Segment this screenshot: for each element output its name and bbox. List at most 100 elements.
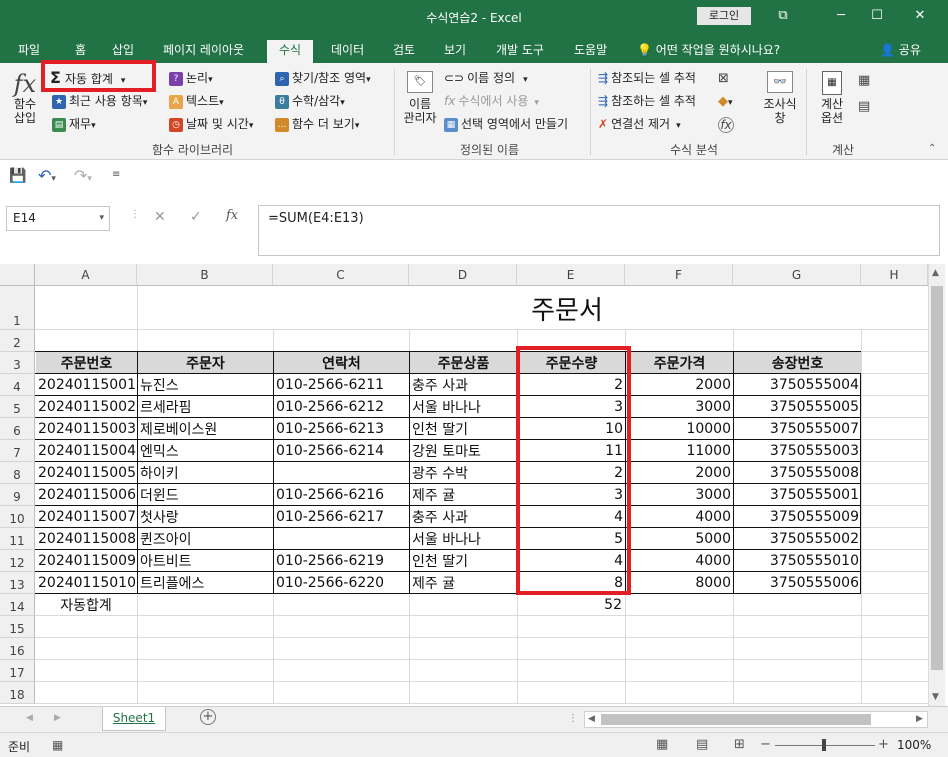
trace-precedents-button[interactable]: ⇶ 참조되는 셀 추적 [598,68,696,88]
share-button[interactable]: 👤 공유 [878,40,923,63]
column-header[interactable]: A [35,264,137,286]
row-header[interactable]: 9 [0,484,35,506]
table-cell[interactable]: 더윈드 [138,484,273,505]
next-sheet-icon[interactable]: ▶ [54,713,61,723]
column-header[interactable]: G [733,264,861,286]
table-cell[interactable]: 20240115010 [36,572,137,593]
table-cell[interactable]: 010-2566-6219 [274,550,409,571]
more-functions-button[interactable]: … 함수 더 보기▾ [275,114,359,134]
table-cell[interactable]: 인천 딸기 [410,550,517,571]
row-header[interactable]: 8 [0,462,35,484]
table-header-cell[interactable]: 주문가격 [626,352,733,373]
restore-button[interactable]: ☐ [862,5,892,27]
tab-split-handle-icon[interactable]: ⋮ [568,713,578,724]
save-icon[interactable]: 💾 [9,168,26,184]
table-cell[interactable]: 충주 사과 [410,374,517,395]
table-cell[interactable]: 인천 딸기 [410,418,517,439]
page-break-view-icon[interactable]: ⊞ [734,737,745,752]
column-header[interactable]: E [517,264,625,286]
table-cell[interactable]: 3000 [626,396,733,417]
select-all-corner[interactable] [0,264,35,286]
table-cell[interactable]: 20240115008 [36,528,137,549]
zoom-in-button[interactable]: + [878,737,889,752]
scroll-up-icon[interactable]: ▲ [932,268,939,278]
logical-functions-button[interactable]: ? 논리▾ [169,68,213,88]
financial-functions-button[interactable]: ▤ 재무▾ [52,114,96,134]
table-cell[interactable] [274,528,409,549]
calculate-now-icon[interactable]: ▦ [858,73,870,88]
table-cell[interactable]: 엔믹스 [138,440,273,461]
table-cell[interactable]: 서울 바나나 [410,528,517,549]
define-name-button[interactable]: ⊂⊃ 이름 정의 ▾ [444,68,528,88]
vertical-scrollbar[interactable]: ▲ ▼ [928,264,945,706]
vertical-scroll-thumb[interactable] [931,286,943,670]
worksheet-grid[interactable]: A B C D E F G H 1 2 3 4 5 6 7 8 9 10 11 12 13 14 15 16 17 18 주문서 주문… [0,264,948,706]
math-functions-button[interactable]: θ 수학/삼각▾ [275,91,345,111]
table-cell[interactable]: 20240115005 [36,462,137,483]
add-sheet-icon[interactable]: + [200,709,216,725]
table-cell[interactable]: 010-2566-6217 [274,506,409,527]
row-header[interactable]: 12 [0,550,35,572]
table-cell[interactable]: 제로베이스원 [138,418,273,439]
table-cell[interactable]: 첫사랑 [138,506,273,527]
tab-view[interactable]: 보기 [442,40,468,63]
calculation-options-button[interactable]: ▦ 계산 옵션 [812,71,852,125]
name-box[interactable]: E14 ▾ [6,206,110,231]
table-header-cell[interactable]: 주문번호 [36,352,137,373]
table-cell[interactable]: 3750555006 [734,572,861,593]
collapse-ribbon-icon[interactable]: ⌃ [928,143,936,154]
sheet-title[interactable]: 주문서 [273,286,861,330]
sheet-tab-sheet1[interactable]: Sheet1 [102,707,166,731]
datetime-functions-button[interactable]: ◷ 날짜 및 시간▾ [169,114,253,134]
tab-help[interactable]: 도움말 [572,40,609,63]
error-checking-icon[interactable]: ◆▾ [718,94,733,109]
table-cell[interactable]: 20240115002 [36,396,137,417]
table-header-cell[interactable]: 주문상품 [410,352,517,373]
column-header[interactable]: D [409,264,517,286]
row-header[interactable]: 7 [0,440,35,462]
calculate-sheet-icon[interactable]: ▤ [858,99,870,114]
table-cell[interactable]: 3750555007 [734,418,861,439]
row-header[interactable]: 16 [0,638,35,660]
row-header[interactable]: 17 [0,660,35,682]
macro-record-icon[interactable]: ▦ [52,738,63,752]
total-label-cell[interactable]: 자동합계 [36,594,136,615]
evaluate-formula-icon[interactable]: fx [718,117,734,133]
row-header[interactable]: 4 [0,374,35,396]
minimize-button[interactable]: ─ [826,5,856,27]
table-cell[interactable]: 3750555002 [734,528,861,549]
redo-icon[interactable]: ↷▾ [74,166,92,185]
zoom-out-button[interactable]: − [760,737,771,752]
table-cell[interactable]: 20240115007 [36,506,137,527]
table-cell[interactable]: 3750555008 [734,462,861,483]
table-cell[interactable]: 8000 [626,572,733,593]
row-header[interactable]: 13 [0,572,35,594]
zoom-slider-thumb[interactable] [822,739,826,751]
login-button[interactable]: 로그인 [697,7,751,25]
cancel-icon[interactable]: ✕ [154,209,166,225]
table-header-cell[interactable]: 송장번호 [734,352,861,373]
total-value-cell[interactable]: 52 [518,594,624,615]
column-header[interactable]: B [137,264,273,286]
tab-formulas[interactable]: 수식 [267,40,314,63]
table-cell[interactable]: 제주 귤 [410,572,517,593]
use-in-formula-button[interactable]: fx 수식에서 사용 ▾ [444,91,539,111]
table-cell[interactable]: 010-2566-6213 [274,418,409,439]
row-header[interactable]: 11 [0,528,35,550]
tab-developer[interactable]: 개발 도구 [494,40,546,63]
insert-function-fx-icon[interactable]: fx [226,208,238,223]
table-header-cell[interactable]: 주문자 [138,352,273,373]
table-cell[interactable] [274,462,409,483]
undo-icon[interactable]: ↶▾ [38,166,56,185]
column-header[interactable]: F [625,264,733,286]
enter-icon[interactable]: ✓ [190,209,202,225]
table-cell[interactable]: 5000 [626,528,733,549]
close-button[interactable]: ✕ [905,5,935,27]
column-header[interactable]: C [273,264,409,286]
trace-dependents-button[interactable]: ⇶ 참조하는 셀 추적 [598,91,696,111]
zoom-level[interactable]: 100% [897,738,931,752]
row-header[interactable]: 15 [0,616,35,638]
row-header[interactable]: 14 [0,594,35,616]
table-cell[interactable]: 2000 [626,374,733,395]
row-header[interactable]: 18 [0,682,35,704]
